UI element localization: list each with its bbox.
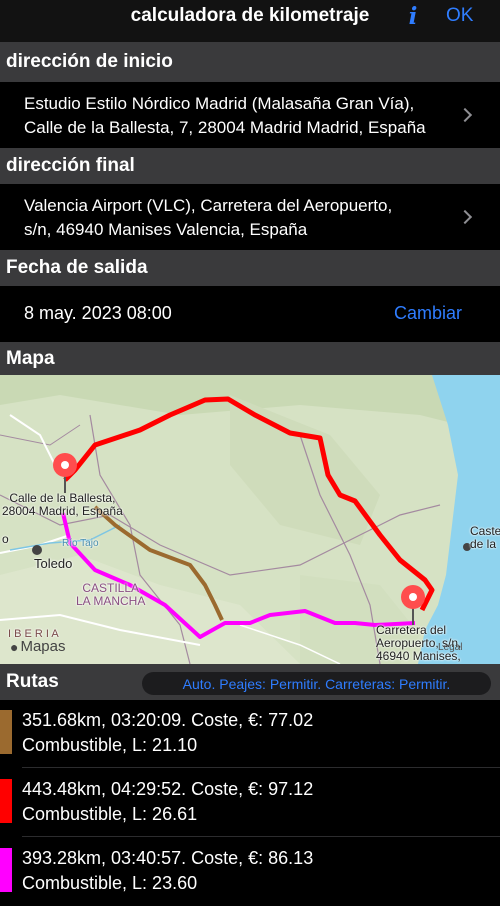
departure-cell: 8 may. 2023 08:00 Cambiar — [0, 286, 500, 342]
divider — [22, 767, 500, 768]
left-edge-label: o — [2, 532, 9, 546]
route-fuel: Combustible, L: 23.60 — [22, 873, 198, 893]
page-title: calculadora de kilometraje — [130, 5, 370, 26]
route-color-swatch — [0, 710, 12, 754]
chevron-right-icon — [457, 107, 473, 123]
route-item-magenta[interactable]: 393.28km, 03:40:57. Coste, €: 86.13 Comb… — [0, 840, 500, 906]
apple-logo-icon: ● — [10, 638, 19, 655]
route-fuel: Combustible, L: 26.61 — [22, 804, 198, 824]
departure-header: Fecha de salida — [0, 250, 500, 286]
routes-header: Rutas Auto. Peajes: Permitir. Carreteras… — [0, 664, 500, 700]
routes-title: Rutas — [6, 671, 59, 692]
end-address-text: Valencia Airport (VLC), Carretera del Ae… — [24, 196, 393, 239]
route-map[interactable]: Calle de la Ballesta, 28004 Madrid, Espa… — [0, 375, 500, 664]
map-header: Mapa — [0, 342, 500, 375]
route-item-brown[interactable]: 351.68km, 03:20:09. Coste, €: 77.02 Comb… — [0, 702, 500, 768]
ok-button[interactable]: OK — [446, 5, 473, 27]
start-pin-label: Calle de la Ballesta, 28004 Madrid, Espa… — [2, 491, 123, 518]
navigation-bar: calculadora de kilometraje i OK — [0, 0, 500, 42]
end-address-cell[interactable]: Valencia Airport (VLC), Carretera del Ae… — [0, 184, 500, 250]
toledo-label: Toledo — [34, 556, 73, 571]
end-address-header: dirección final — [0, 148, 500, 184]
divider — [22, 836, 500, 837]
change-date-button[interactable]: Cambiar — [394, 303, 462, 324]
route-summary: 443.48km, 04:29:52. Coste, €: 97.12 — [22, 779, 314, 799]
route-color-swatch — [0, 848, 12, 892]
route-fuel: Combustible, L: 21.10 — [22, 735, 198, 755]
route-summary: 351.68km, 03:20:09. Coste, €: 77.02 — [22, 710, 314, 730]
end-pin-icon — [401, 585, 425, 625]
route-summary: 393.28km, 03:40:57. Coste, €: 86.13 — [22, 848, 314, 868]
maps-brand: ● Mapas — [10, 638, 66, 655]
legal-link[interactable]: Legal — [438, 642, 462, 653]
region-label: CASTILLA LA MANCHA — [76, 581, 146, 608]
river-label: Río Tajo — [62, 538, 99, 549]
route-color-swatch — [0, 779, 12, 823]
start-address-cell[interactable]: Estudio Estilo Nórdico Madrid (Malasaña … — [0, 82, 500, 148]
route-item-red[interactable]: 443.48km, 04:29:52. Coste, €: 97.12 Comb… — [0, 771, 500, 837]
info-button[interactable]: i — [402, 3, 424, 31]
chevron-right-icon — [457, 209, 473, 225]
start-pin-icon — [53, 453, 77, 493]
castellon-label: Caste de la — [470, 524, 500, 551]
start-address-text: Estudio Estilo Nórdico Madrid (Malasaña … — [24, 94, 426, 137]
start-address-header: dirección de inicio — [0, 42, 500, 82]
route-options-button[interactable]: Auto. Peajes: Permitir. Carreteras: Perm… — [142, 672, 491, 695]
departure-date: 8 may. 2023 08:00 — [24, 303, 172, 323]
